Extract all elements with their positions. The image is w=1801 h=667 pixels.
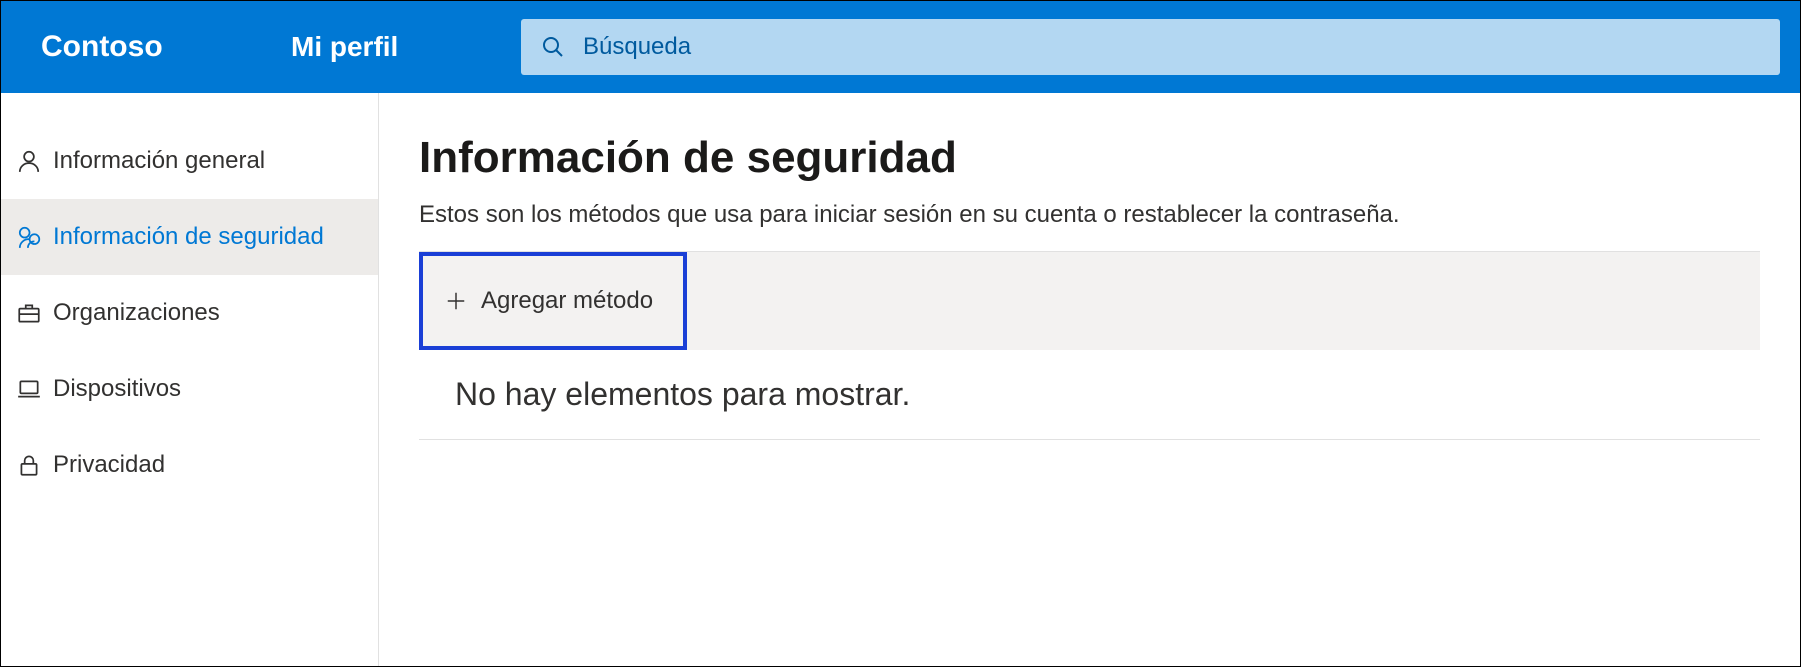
sidebar-item-label: Organizaciones [53, 299, 220, 327]
search-box[interactable] [521, 19, 1780, 75]
page-subtitle: Estos son los métodos que usa para inici… [419, 201, 1760, 229]
search-icon [541, 35, 565, 59]
add-method-label: Agregar método [481, 287, 653, 315]
sidebar-item-organizations[interactable]: Organizaciones [1, 275, 378, 351]
person-icon [15, 147, 43, 175]
main-content: Información de seguridad Estos son los m… [379, 93, 1800, 666]
methods-toolbar: Agregar método [419, 252, 1760, 350]
laptop-icon [15, 375, 43, 403]
sidebar-item-security[interactable]: Información de seguridad [1, 199, 378, 275]
sidebar-item-label: Privacidad [53, 451, 165, 479]
plus-icon [445, 290, 467, 312]
add-method-button[interactable]: Agregar método [419, 252, 687, 350]
empty-state-message: No hay elementos para mostrar. [419, 350, 1760, 439]
sidebar-item-label: Dispositivos [53, 375, 181, 403]
sidebar-item-privacy[interactable]: Privacidad [1, 427, 378, 503]
header: Contoso Mi perfil [1, 1, 1800, 93]
sidebar-item-overview[interactable]: Información general [1, 123, 378, 199]
methods-panel: Agregar método No hay elementos para mos… [419, 251, 1760, 440]
lock-icon [15, 451, 43, 479]
key-icon [15, 223, 43, 251]
brand-label: Contoso [41, 30, 291, 64]
sidebar: Información general Información de segur… [1, 93, 379, 666]
briefcase-icon [15, 299, 43, 327]
sidebar-item-label: Información general [53, 147, 265, 175]
sidebar-item-label: Información de seguridad [53, 223, 324, 251]
body: Información general Información de segur… [1, 93, 1800, 666]
profile-label[interactable]: Mi perfil [291, 31, 521, 63]
sidebar-item-devices[interactable]: Dispositivos [1, 351, 378, 427]
search-input[interactable] [565, 33, 1760, 61]
page-title: Información de seguridad [419, 133, 1760, 183]
